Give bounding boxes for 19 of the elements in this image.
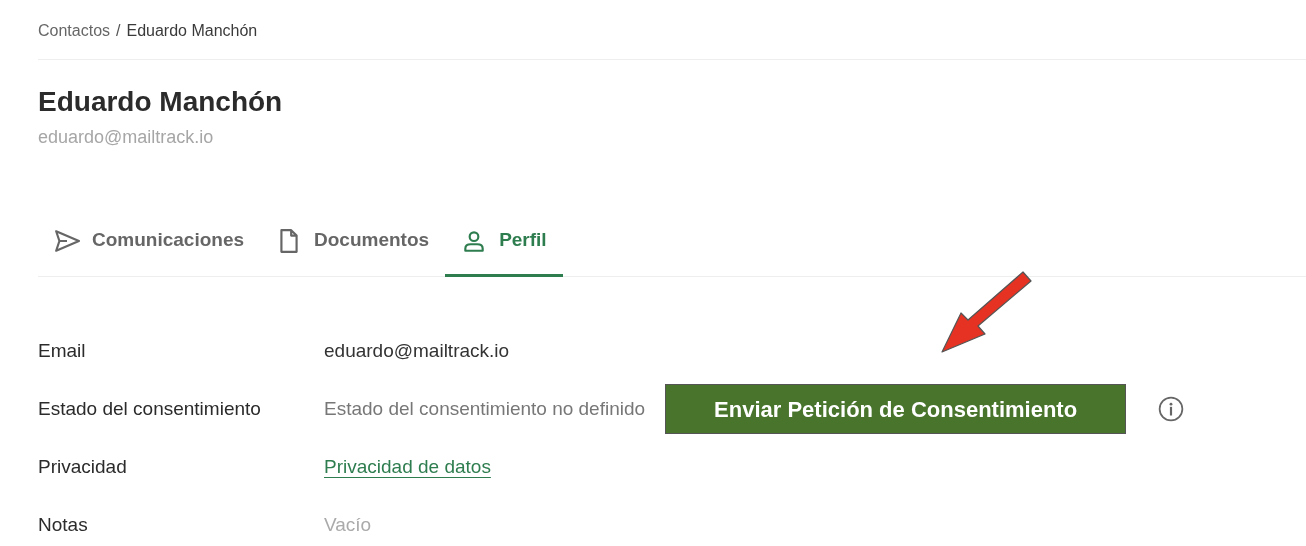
field-label: Notas bbox=[38, 512, 89, 537]
field-label: Email bbox=[38, 338, 87, 363]
privacy-link[interactable]: Privacidad de datos bbox=[324, 452, 491, 482]
send-consent-button[interactable]: Enviar Petición de Consentimiento bbox=[665, 384, 1127, 434]
contact-name: Eduardo Manchón bbox=[38, 85, 284, 119]
tab[interactable]: Documentos bbox=[260, 207, 446, 277]
tab[interactable]: Comunicaciones bbox=[38, 207, 261, 277]
breadcrumb-link[interactable]: Contactos bbox=[38, 18, 111, 43]
field-label: Privacidad bbox=[38, 454, 128, 479]
field-label: Estado del consentimiento bbox=[38, 396, 262, 421]
field-value: Estado del consentimiento no definido bbox=[324, 396, 646, 421]
info-icon[interactable] bbox=[1158, 396, 1185, 422]
field-value: Vacío bbox=[324, 512, 372, 537]
send-icon bbox=[54, 227, 80, 254]
breadcrumb-separator: / bbox=[116, 20, 121, 41]
contact-email: eduardo@mailtrack.io bbox=[38, 126, 215, 149]
tab[interactable]: Perfil bbox=[445, 207, 563, 277]
breadcrumb-current: Eduardo Manchón bbox=[126, 20, 258, 41]
field-value: eduardo@mailtrack.io bbox=[324, 338, 510, 363]
